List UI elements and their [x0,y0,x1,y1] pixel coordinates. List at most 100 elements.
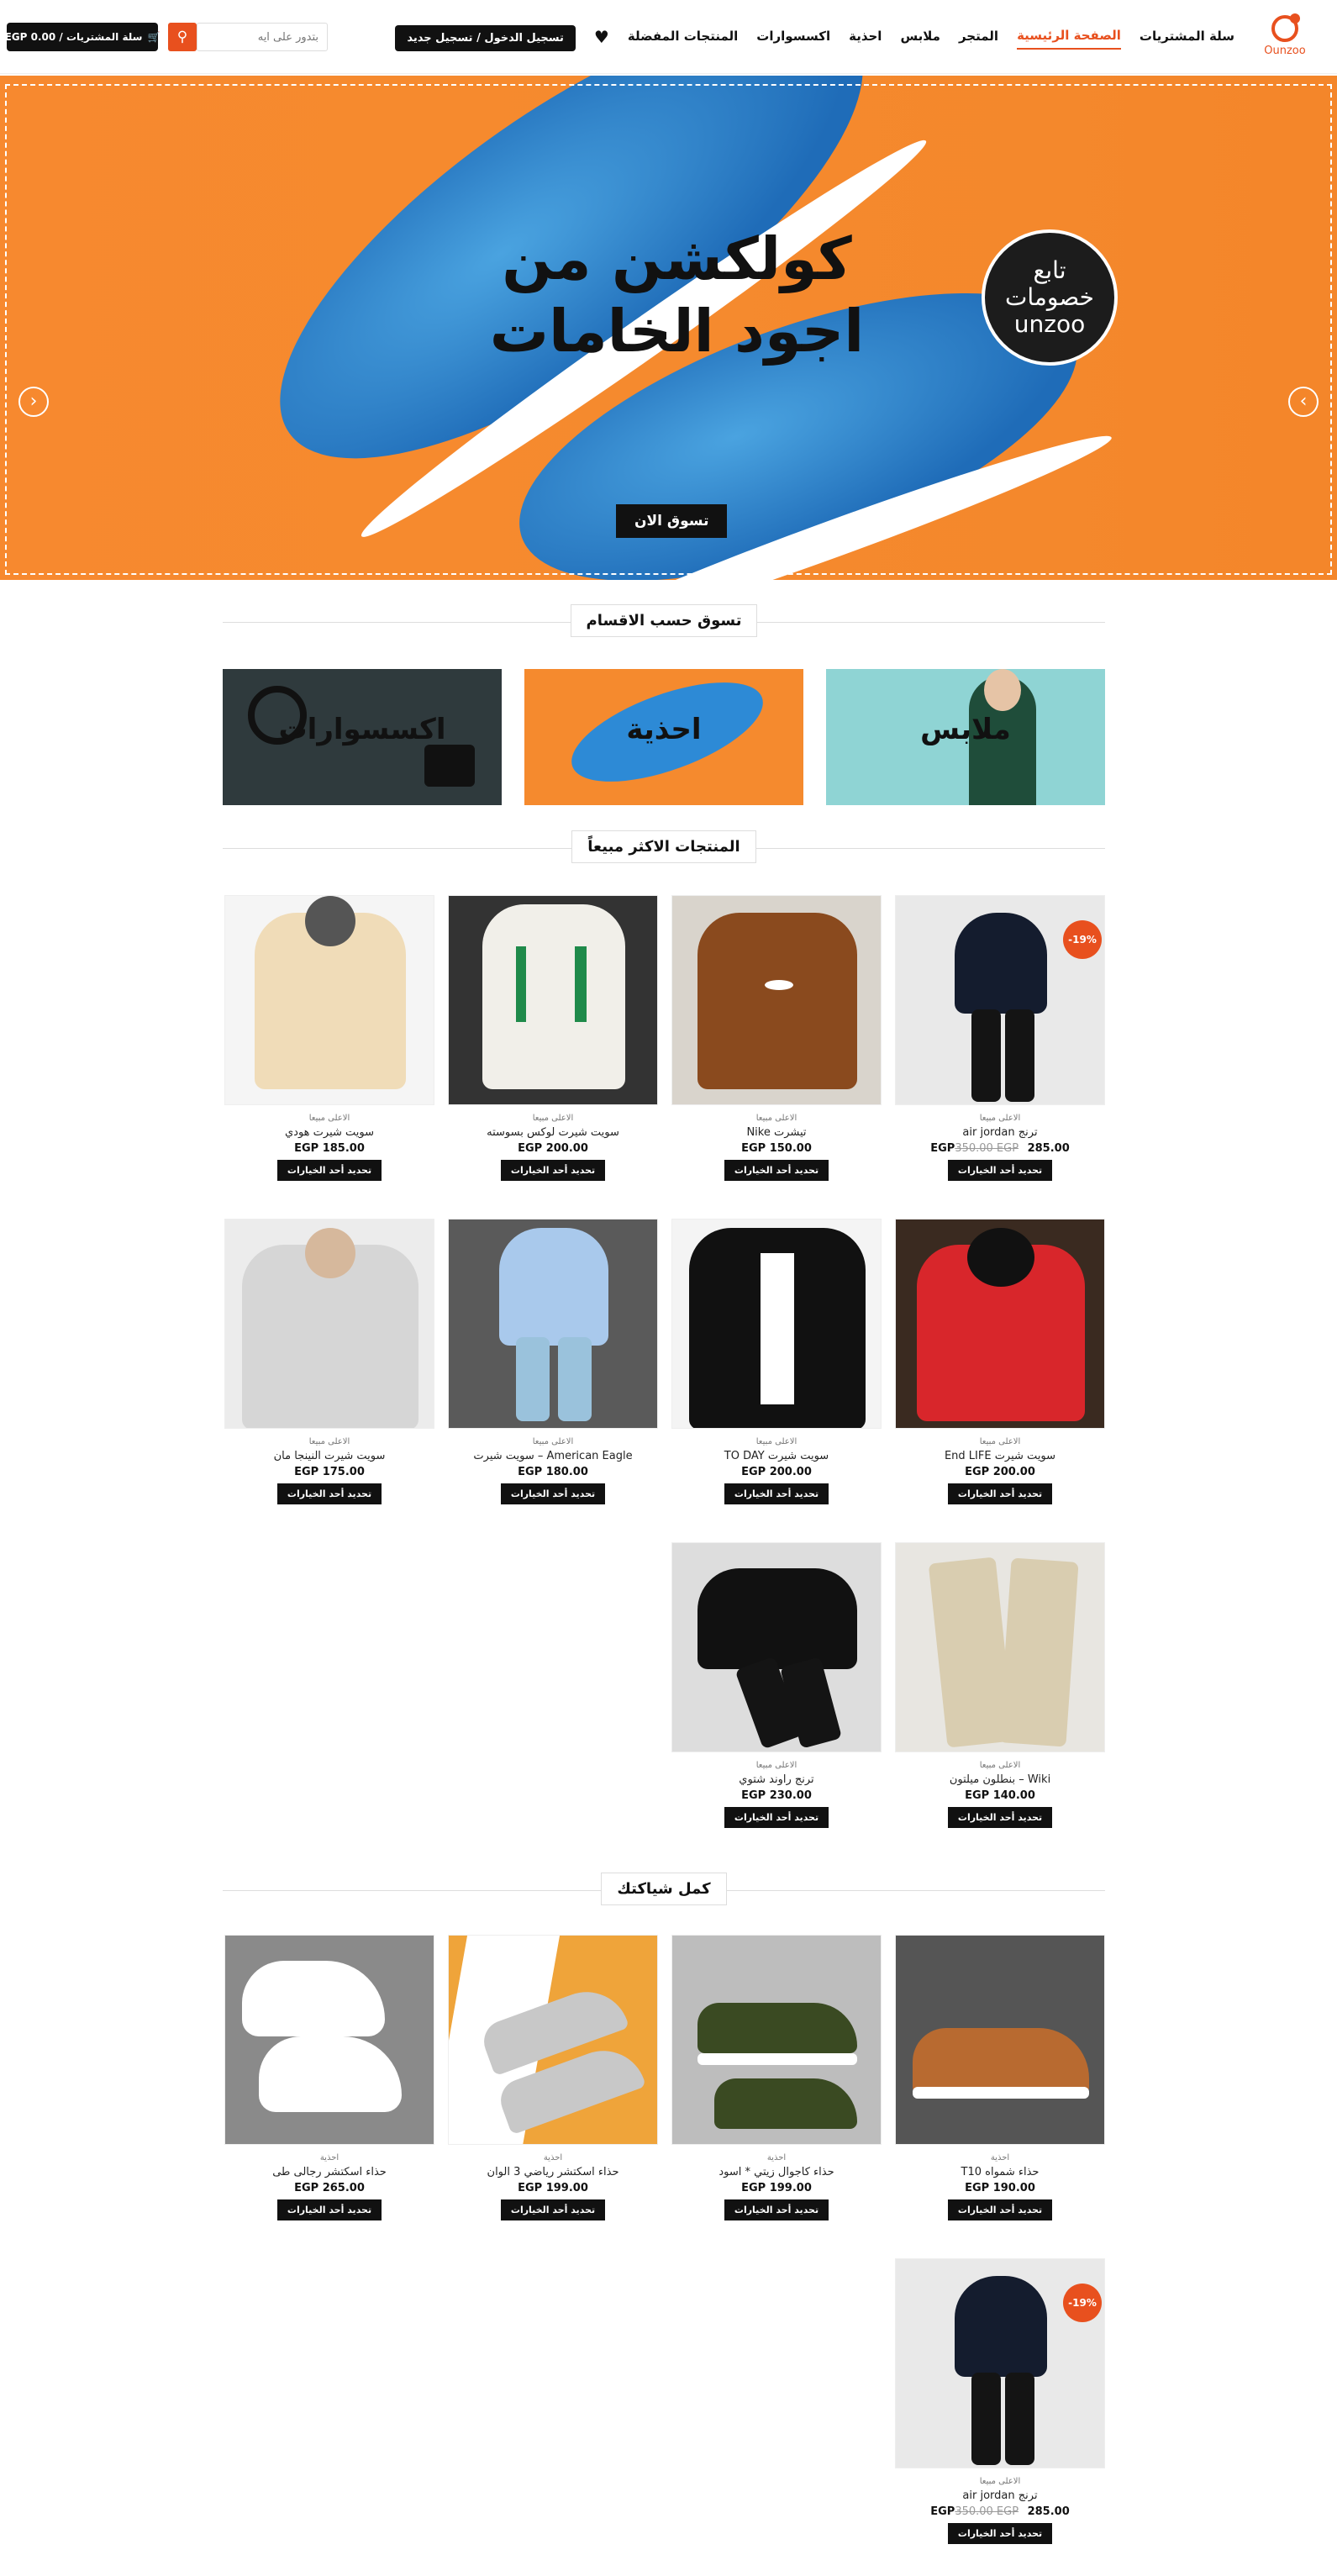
product-image[interactable] [895,1935,1105,2145]
login-button[interactable]: تسجيل الدخول / تسجيل جديد [395,25,576,51]
product-image[interactable] [671,1935,882,2145]
product-card[interactable]: -19% الاعلى مبيعا ترنج air jordan 285.00… [895,2258,1105,2561]
hero-shop-button[interactable]: تسوق الان [616,504,728,538]
select-options-button[interactable]: تحديد أحد الخيارات [276,1160,382,1181]
select-options-button[interactable]: تحديد أحد الخيارات [947,2523,1053,2544]
product-category: الاعلى مبيعا [308,1114,350,1123]
product-image[interactable] [224,1935,434,2145]
product-image[interactable] [671,1219,882,1429]
product-card[interactable]: الاعلى مبيعا سويت شيرت النينجا مان 175.0… [224,1219,434,1521]
product-price-row: 140.00 EGP [895,1789,1105,1802]
product-name[interactable]: تيشرت Nike [671,1126,882,1139]
product-price-row: 199.00 EGP [448,2182,658,2194]
product-name[interactable]: حذاء شمواه T10 [895,2166,1105,2178]
product-price: 200.00 EGP [518,1142,588,1155]
product-price: 185.00 EGP [294,1142,365,1155]
cart-button-label: سلة المشتريات / 0.00 EGP [4,31,143,43]
product-price-row: 175.00 EGP [224,1466,434,1478]
product-card[interactable]: الاعلى مبيعا سويت شيرت TO DAY 200.00 EGP… [671,1219,882,1521]
product-image[interactable] [671,1542,882,1752]
product-card[interactable]: الاعلى مبيعا سويت شيرت هودي 185.00 EGP ت… [224,895,434,1198]
heart-icon[interactable]: ♥ [594,27,609,50]
select-options-button[interactable]: تحديد أحد الخيارات [724,1483,829,1504]
product-name[interactable]: سويت شيرت هودي [224,1126,434,1139]
hero-prev-arrow-icon[interactable]: ‹ [18,387,49,417]
product-name[interactable]: حذاء اسكتشر رياضي 3 الوان [448,2166,658,2178]
product-image[interactable] [448,895,658,1105]
search-button[interactable]: ⚲ [168,23,197,51]
category-grid: ملابس احذية اكسسوارات [223,669,1105,805]
select-options-button[interactable]: تحديد أحد الخيارات [500,1483,606,1504]
search-input[interactable] [197,23,328,51]
product-name[interactable]: Wiki – بنطلون ميلتون [895,1773,1105,1786]
select-options-button[interactable]: تحديد أحد الخيارات [947,1160,1053,1181]
product-image[interactable] [671,895,882,1105]
product-name[interactable]: ترنج air jordan [895,2489,1105,2502]
product-name[interactable]: سويت شيرت End LIFE [895,1450,1105,1462]
product-price-row: 285.00 EGP350.00 EGP [895,1142,1105,1155]
product-price: 200.00 EGP [741,1466,812,1478]
select-options-button[interactable]: تحديد أحد الخيارات [276,1483,382,1504]
select-options-button[interactable]: تحديد أحد الخيارات [947,1807,1053,1828]
nav-shop[interactable]: المتجر [959,29,998,49]
product-name[interactable]: ترنج راوند شتوي [671,1773,882,1786]
select-options-button[interactable]: تحديد أحد الخيارات [724,1807,829,1828]
product-image[interactable] [224,1219,434,1429]
section-title-best-sellers: المنتجات الاكثر مبيعاً [223,830,1105,867]
product-image[interactable] [448,1935,658,2145]
category-card-clothes[interactable]: ملابس [826,669,1105,805]
product-card[interactable]: الاعلى مبيعا American Eagle – سويت شيرت … [448,1219,658,1521]
product-card[interactable]: -19% الاعلى مبيعا ترنج air jordan 285.00… [895,895,1105,1198]
nav-cart-link[interactable]: سلة المشتريات [1140,29,1234,49]
product-name[interactable]: American Eagle – سويت شيرت [448,1450,658,1462]
product-name[interactable]: سويت شيرت TO DAY [671,1450,882,1462]
product-category: الاعلى مبيعا [755,1114,797,1123]
product-name[interactable]: حذاء كاجوال زيتي * اسود [671,2166,882,2178]
nav-clothes[interactable]: ملابس [900,29,940,49]
product-card[interactable]: الاعلى مبيعا ترنج راوند شتوي 230.00 EGP … [671,1542,882,1845]
select-options-button[interactable]: تحديد أحد الخيارات [500,2199,606,2220]
hero-badge: تابع خصومات unzoo [982,229,1118,366]
product-name[interactable]: سويت شيرت لوكس بسوسته [448,1126,658,1139]
product-price-row: 199.00 EGP [671,2182,882,2194]
product-price: 190.00 EGP [965,2182,1035,2194]
select-options-button[interactable]: تحديد أحد الخيارات [276,2199,382,2220]
product-card[interactable]: الاعلى مبيعا سويت شيرت لوكس بسوسته 200.0… [448,895,658,1198]
product-image[interactable] [895,1219,1105,1429]
product-image[interactable] [895,1542,1105,1752]
product-price-row: 150.00 EGP [671,1142,882,1155]
product-card[interactable]: احذية حذاء اسكتشر رجالى طى 265.00 EGP تح… [224,1935,434,2237]
product-card[interactable]: احذية حذاء شمواه T10 190.00 EGP تحديد أح… [895,1935,1105,2237]
select-options-button[interactable]: تحديد أحد الخيارات [947,2199,1053,2220]
product-price: 265.00 EGP [294,2182,365,2194]
category-label: اكسسوارات [278,713,446,746]
select-options-button[interactable]: تحديد أحد الخيارات [724,2199,829,2220]
sale-badge: -19% [1063,920,1102,959]
product-card[interactable]: الاعلى مبيعا سويت شيرت End LIFE 200.00 E… [895,1219,1105,1521]
product-name[interactable]: حذاء اسكتشر رجالى طى [224,2166,434,2178]
product-card[interactable]: احذية حذاء اسكتشر رياضي 3 الوان 199.00 E… [448,1935,658,2237]
product-card[interactable]: احذية حذاء كاجوال زيتي * اسود 199.00 EGP… [671,1935,882,2237]
nav-favorites[interactable]: المنتجات المفضلة [628,29,738,49]
product-image[interactable] [448,1219,658,1429]
product-price-row: 285.00 EGP350.00 EGP [895,2505,1105,2518]
nav-home[interactable]: الصفحة الرئيسية [1017,28,1121,50]
nav-shoes[interactable]: احذية [849,29,882,49]
product-name[interactable]: ترنج air jordan [895,1126,1105,1139]
search-icon: ⚲ [176,29,188,45]
hero-next-arrow-icon[interactable]: › [1288,387,1319,417]
nav-accessories[interactable]: اكسسوارات [756,29,830,49]
category-card-shoes[interactable]: احذية [524,669,803,805]
select-options-button[interactable]: تحديد أحد الخيارات [947,1483,1053,1504]
select-options-button[interactable]: تحديد أحد الخيارات [500,1160,606,1181]
product-card[interactable]: الاعلى مبيعا تيشرت Nike 150.00 EGP تحديد… [671,895,882,1198]
category-card-accessories[interactable]: اكسسوارات [223,669,502,805]
site-logo[interactable]: Ounzoo [1258,13,1312,61]
product-card[interactable]: الاعلى مبيعا Wiki – بنطلون ميلتون 140.00… [895,1542,1105,1845]
select-options-button[interactable]: تحديد أحد الخيارات [724,1160,829,1181]
product-image[interactable] [224,895,434,1105]
product-price-row: 200.00 EGP [671,1466,882,1478]
cart-button[interactable]: 🛒 سلة المشتريات / 0.00 EGP [4,23,160,51]
product-category: الاعلى مبيعا [755,1437,797,1446]
product-name[interactable]: سويت شيرت النينجا مان [224,1450,434,1462]
